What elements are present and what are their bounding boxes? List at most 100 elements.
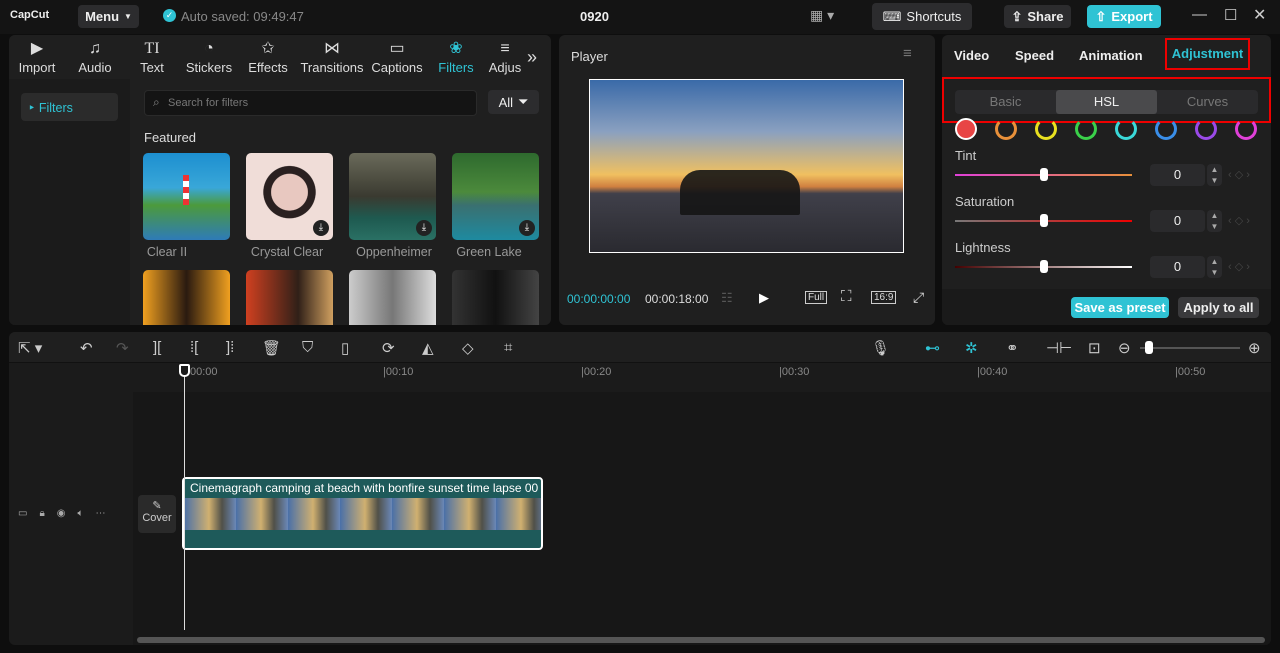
more-icon[interactable]: ⋯: [96, 508, 118, 519]
tab-import[interactable]: ▶ Import: [13, 35, 61, 79]
hue-swatch[interactable]: [1195, 118, 1217, 140]
subtab-hsl[interactable]: HSL: [1056, 90, 1157, 114]
track-type-icon[interactable]: ▭: [18, 508, 39, 519]
tab-animation[interactable]: Animation: [1079, 48, 1143, 63]
filter-thumb[interactable]: [349, 270, 436, 325]
undo-icon[interactable]: ↶: [80, 339, 93, 357]
keyframe-icon[interactable]: ‹ ◇ ›: [1228, 214, 1250, 227]
save-preset-button[interactable]: Save as preset: [1071, 297, 1169, 318]
full-button[interactable]: Full: [805, 291, 828, 304]
fullscreen-icon[interactable]: ⤢: [913, 289, 924, 306]
download-icon[interactable]: ⤓: [416, 220, 432, 236]
hue-swatch[interactable]: [1035, 118, 1057, 140]
value-input[interactable]: 0: [1150, 256, 1205, 278]
freeze-icon[interactable]: ▯: [341, 339, 349, 357]
filter-thumb-crystal-clear[interactable]: ⤓: [246, 153, 333, 240]
share-button[interactable]: ⇪ Share: [1004, 5, 1071, 28]
align-icon[interactable]: ⊣⊢: [1046, 339, 1072, 357]
tab-effects[interactable]: ✩ Effects: [243, 35, 293, 79]
cover-button[interactable]: ✎ Cover: [138, 495, 176, 533]
mirror-icon[interactable]: ◭: [422, 339, 434, 357]
close-icon[interactable]: ✕: [1253, 5, 1266, 25]
hue-swatch[interactable]: [1075, 118, 1097, 140]
zoom-out-icon[interactable]: ⊖: [1118, 339, 1131, 357]
menu-button[interactable]: Menu ▼: [78, 5, 139, 28]
hsl-slider-knob[interactable]: [1039, 168, 1048, 181]
link-icon[interactable]: ⚭: [1006, 339, 1019, 357]
shortcuts-button[interactable]: ⌨ Shortcuts: [872, 3, 972, 30]
filter-thumb[interactable]: [452, 270, 539, 325]
tab-audio[interactable]: ♫ Audio: [71, 35, 119, 79]
video-clip[interactable]: Cinemagraph camping at beach with bonfir…: [182, 477, 543, 550]
sidebar-item-filters[interactable]: ‣ Filters: [21, 93, 118, 121]
tab-stickers[interactable]: ◔ Stickers: [183, 35, 235, 79]
play-icon[interactable]: ▶: [759, 290, 769, 306]
stepper-icon[interactable]: ▲ ▼: [1207, 164, 1222, 186]
delete-icon[interactable]: 🗑︎: [262, 339, 281, 357]
rotate-icon[interactable]: ◇: [462, 339, 474, 357]
lock-icon[interactable]: 🔒︎: [39, 508, 56, 519]
filter-thumb-clear-ii[interactable]: [143, 153, 230, 240]
menu-icon[interactable]: ≡: [903, 45, 912, 62]
hsl-slider-knob[interactable]: [1039, 260, 1048, 273]
tab-adjustment[interactable]: Adjustment: [1165, 38, 1250, 70]
tab-captions[interactable]: ▭ Captions: [369, 35, 425, 79]
playhead[interactable]: [184, 370, 185, 630]
magnet-icon[interactable]: ⊷: [925, 339, 940, 357]
more-tabs-icon[interactable]: »: [527, 47, 537, 68]
tab-transitions[interactable]: ⋈ Transitions: [299, 35, 365, 79]
apply-to-all-button[interactable]: Apply to all: [1178, 297, 1259, 318]
reverse-icon[interactable]: ⟳: [382, 339, 395, 357]
tab-text[interactable]: TI Text: [129, 35, 175, 79]
microphone-icon[interactable]: 🎙︎: [871, 339, 890, 357]
hue-swatch[interactable]: [1155, 118, 1177, 140]
zoom-in-icon[interactable]: ⊕: [1248, 339, 1261, 357]
minimize-icon[interactable]: —: [1192, 6, 1207, 23]
hue-swatch[interactable]: [1235, 118, 1257, 140]
stepper-icon[interactable]: ▲ ▼: [1207, 256, 1222, 278]
zoom-slider[interactable]: [1140, 347, 1240, 349]
search-input[interactable]: ⌕ Search for filters: [144, 90, 477, 116]
timeline-grid-icon[interactable]: ☷: [721, 290, 733, 306]
tab-video[interactable]: Video: [954, 48, 989, 63]
hue-swatch[interactable]: [955, 118, 977, 140]
select-tool-icon[interactable]: ⇱ ▾: [18, 339, 42, 357]
value-input[interactable]: 0: [1150, 210, 1205, 232]
filter-thumb-oppenheimer[interactable]: ⤓: [349, 153, 436, 240]
video-preview[interactable]: [589, 79, 904, 253]
eye-icon[interactable]: ◉: [57, 508, 78, 519]
subtab-curves[interactable]: Curves: [1157, 90, 1258, 114]
maximize-icon[interactable]: ☐: [1224, 6, 1237, 24]
auto-snap-icon[interactable]: ✲: [965, 339, 978, 357]
filter-all-dropdown[interactable]: All ⏷: [488, 90, 539, 114]
preview-axis-icon[interactable]: ⊡: [1088, 339, 1101, 357]
keyframe-icon[interactable]: ‹ ◇ ›: [1228, 168, 1250, 181]
tab-speed[interactable]: Speed: [1015, 48, 1054, 63]
stepper-icon[interactable]: ▲ ▼: [1207, 210, 1222, 232]
crop-icon[interactable]: ⌗: [504, 339, 512, 356]
tab-adjustment[interactable]: ≡ Adjus: [487, 35, 523, 79]
split-icon[interactable]: ][: [153, 339, 161, 356]
download-icon[interactable]: ⤓: [519, 220, 535, 236]
playhead-handle[interactable]: [179, 364, 190, 377]
marker-icon[interactable]: ⛉: [302, 339, 313, 356]
value-input[interactable]: 0: [1150, 164, 1205, 186]
redo-icon[interactable]: ↷: [116, 339, 129, 357]
hsl-slider-knob[interactable]: [1039, 214, 1048, 227]
hue-swatch[interactable]: [1115, 118, 1137, 140]
horizontal-scrollbar[interactable]: [137, 637, 1265, 643]
split-right-icon[interactable]: ]⁞: [226, 339, 234, 356]
keyframe-icon[interactable]: ‹ ◇ ›: [1228, 260, 1250, 273]
layout-icon[interactable]: ▦ ▾: [810, 7, 834, 24]
audio-icon[interactable]: 🔈︎: [78, 508, 96, 519]
split-left-icon[interactable]: ⁞[: [190, 339, 198, 356]
hue-swatch[interactable]: [995, 118, 1017, 140]
zoom-fit-icon[interactable]: ⛶: [841, 288, 852, 305]
export-button[interactable]: ⇧ Export: [1087, 5, 1161, 28]
download-icon[interactable]: ⤓: [313, 220, 329, 236]
filter-thumb[interactable]: [143, 270, 230, 325]
ratio-button[interactable]: 16:9: [871, 291, 897, 304]
filter-thumb-green-lake[interactable]: ⤓: [452, 153, 539, 240]
subtab-basic[interactable]: Basic: [955, 90, 1056, 114]
filter-thumb[interactable]: [246, 270, 333, 325]
